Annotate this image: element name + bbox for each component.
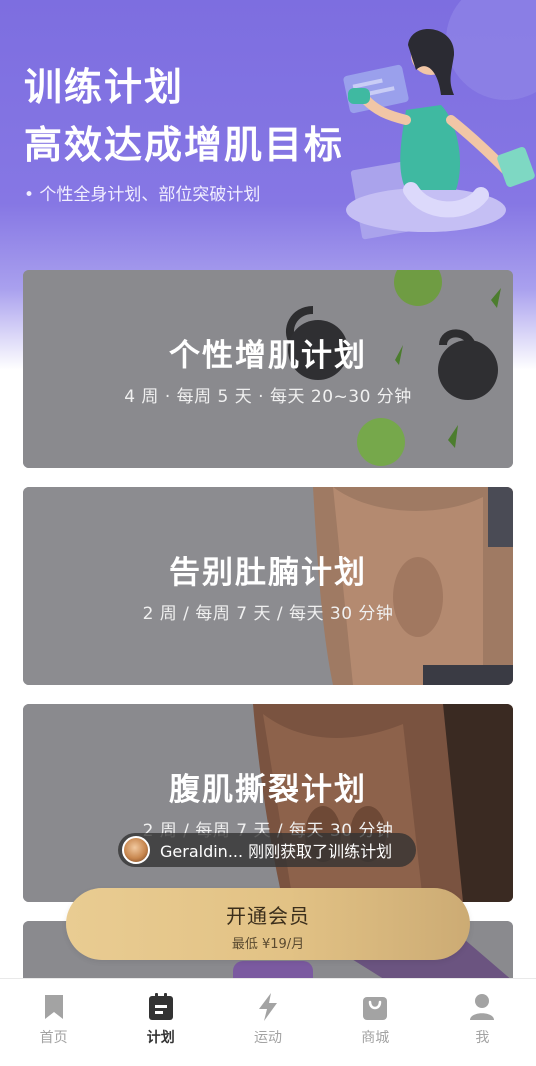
bottom-tab-bar: 首页 计划 运动 商城 我 xyxy=(0,978,536,1066)
plan-card-belly[interactable]: 告别肚腩计划 2 周 / 每周 7 天 / 每天 30 分钟 xyxy=(23,487,513,685)
toast-text: Geraldin... 刚刚获取了训练计划 xyxy=(160,842,393,861)
plan-title: 个性增肌计划 xyxy=(169,338,367,374)
open-membership-button[interactable]: 开通会员 最低 ¥19/月 xyxy=(66,888,470,960)
tab-label: 商城 xyxy=(361,1030,390,1046)
tab-home[interactable]: 首页 xyxy=(0,979,107,1066)
tab-shop[interactable]: 商城 xyxy=(322,979,429,1066)
hero-title-line1: 训练计划 xyxy=(24,65,185,109)
woman-workout-illustration xyxy=(343,0,536,240)
membership-price: 最低 ¥19/月 xyxy=(231,937,305,952)
tab-label: 首页 xyxy=(39,1030,68,1046)
plan-meta: 2 周 / 每周 7 天 / 每天 30 分钟 xyxy=(142,604,394,624)
plan-title: 腹肌撕裂计划 xyxy=(169,772,367,808)
lightning-icon xyxy=(259,993,277,1021)
plan-card-abs[interactable]: 腹肌撕裂计划 2 周 / 每周 7 天 / 每天 30 分钟 xyxy=(23,704,513,902)
plan-card-muscle[interactable]: 个性增肌计划 4 周 · 每周 5 天 · 每天 20~30 分钟 xyxy=(23,270,513,468)
tab-label: 运动 xyxy=(254,1030,282,1046)
tab-plan[interactable]: 计划 xyxy=(107,979,214,1066)
avatar xyxy=(122,836,150,864)
hero-title: 训练计划 高效达成增肌目标 xyxy=(24,58,344,174)
plan-icon xyxy=(148,993,173,1020)
shopping-bag-icon xyxy=(363,997,388,1020)
bookmark-icon xyxy=(44,995,63,1019)
tab-label: 计划 xyxy=(146,1030,175,1046)
activity-toast: Geraldin... 刚刚获取了训练计划 xyxy=(118,833,416,867)
hero-title-line2: 高效达成增肌目标 xyxy=(24,123,345,167)
membership-label: 开通会员 xyxy=(226,904,310,928)
person-icon xyxy=(470,994,495,1020)
plan-title: 告别肚腩计划 xyxy=(169,555,367,591)
plan-meta: 4 周 · 每周 5 天 · 每天 20~30 分钟 xyxy=(124,387,412,407)
tab-sport[interactable]: 运动 xyxy=(214,979,321,1066)
tab-me[interactable]: 我 xyxy=(429,979,536,1066)
tab-label: 我 xyxy=(475,1030,490,1046)
hero-subtitle: • 个性全身计划、部位突破计划 xyxy=(24,185,261,205)
